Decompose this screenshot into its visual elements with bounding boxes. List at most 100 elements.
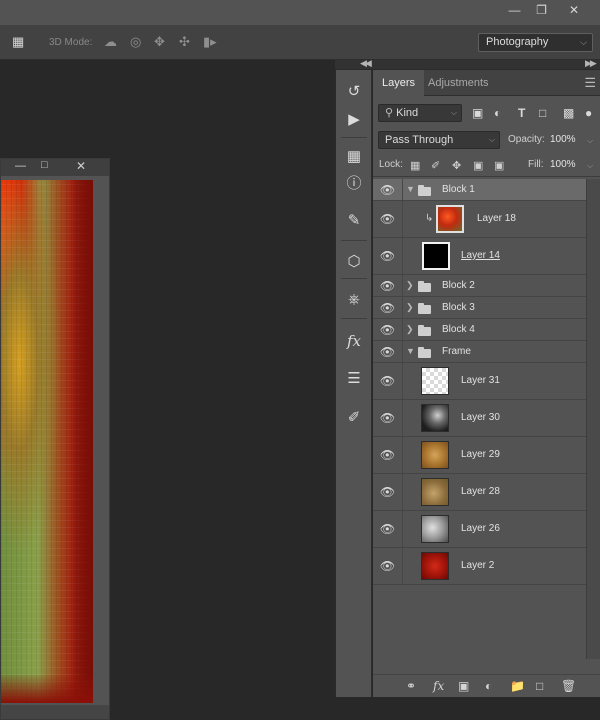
lock-transparent-icon[interactable]: ▦ [410, 156, 420, 176]
layer-list-scrollbar[interactable] [586, 179, 600, 659]
filter-toggle-icon[interactable]: ● [585, 105, 592, 121]
lock-all-icon[interactable]: ▣ [494, 156, 504, 176]
visibility-eye-icon[interactable]: 👁 [373, 238, 403, 274]
layer-row-layer-29[interactable]: 👁 Layer 29 [373, 437, 586, 474]
opacity-value[interactable]: 100% [550, 130, 576, 150]
chevron-down-icon: ⌵ [580, 37, 587, 47]
add-style-fx-icon[interactable]: fx [433, 678, 444, 694]
filter-shape-icon[interactable]: □ [539, 105, 546, 121]
tab-adjustments[interactable]: Adjustments [419, 70, 498, 96]
layer-row-frame[interactable]: 👁 ▼ Frame [373, 341, 586, 363]
layer-row-layer-2[interactable]: 👁 Layer 2 [373, 548, 586, 585]
tab-layers[interactable]: Layers [373, 70, 425, 96]
layer-name: Layer 30 [461, 412, 500, 423]
workspace-value: Photography [486, 36, 549, 48]
visibility-eye-icon[interactable]: 👁 [373, 341, 403, 362]
add-mask-icon[interactable]: ▣ [458, 678, 469, 694]
chevron-down-icon: ⌵ [450, 108, 457, 117]
visibility-eye-icon[interactable]: 👁 [373, 363, 403, 399]
3d-cube-icon[interactable]: ⬡ [336, 249, 372, 275]
chevron-down-icon[interactable]: ▼ [406, 346, 415, 356]
opacity-chevron-icon[interactable]: ⌵ [587, 136, 593, 146]
collapse-right-icon[interactable]: ▶▶ [585, 58, 597, 69]
filter-smartobject-icon[interactable]: ▩ [563, 105, 574, 121]
filter-kind-select[interactable]: ⚲ Kind ⌵ [378, 104, 462, 122]
styles-fx-icon[interactable]: fx [336, 328, 372, 354]
pan-icon[interactable]: ✥ [154, 34, 165, 50]
delete-trash-icon[interactable]: 🗑 [561, 678, 576, 694]
chevron-right-icon[interactable]: ❯ [406, 280, 414, 291]
restore-button[interactable]: ❐ [528, 0, 555, 22]
brush-presets-icon[interactable]: ✐ [336, 405, 372, 431]
document-title-bar[interactable]: — □ ✕ [1, 159, 109, 176]
visibility-eye-icon[interactable]: 👁 [373, 319, 403, 340]
layer-row-block-1[interactable]: 👁 ▼ Block 1 [373, 179, 586, 201]
properties-sliders-icon[interactable]: ☰ [336, 366, 372, 392]
folder-icon [418, 303, 431, 314]
doc-restore-button[interactable]: □ [41, 159, 48, 171]
layer-row-block-4[interactable]: 👁 ❯ Block 4 [373, 319, 586, 341]
visibility-eye-icon[interactable]: 👁 [373, 201, 403, 237]
3d-mode-label: 3D Mode: [49, 37, 93, 48]
panel-menu-icon[interactable]: ☰ [584, 75, 596, 91]
history-icon[interactable]: ↺ [336, 79, 372, 105]
doc-close-button[interactable]: ✕ [76, 159, 86, 173]
visibility-eye-icon[interactable]: 👁 [373, 437, 403, 473]
visibility-eye-icon[interactable]: 👁 [373, 474, 403, 510]
visibility-eye-icon[interactable]: 👁 [373, 275, 403, 296]
blend-mode-select[interactable]: Pass Through ⌵ [378, 131, 500, 149]
info-icon[interactable]: ⓘ [336, 171, 372, 197]
clipping-mask-icon: ↳ [425, 213, 434, 224]
layer-name: Layer 28 [461, 486, 500, 497]
horizontal-scrollbar[interactable] [1, 705, 109, 719]
slide-icon[interactable]: ✣ [179, 34, 190, 50]
color-swatches-icon[interactable]: ▦ [336, 144, 372, 170]
chevron-down-icon[interactable]: ▼ [406, 184, 415, 194]
libraries-icon[interactable]: ⎈ [336, 287, 372, 313]
visibility-eye-icon[interactable]: 👁 [373, 297, 403, 318]
chevron-right-icon[interactable]: ❯ [406, 302, 414, 313]
fill-label: Fill: [528, 159, 544, 170]
fill-value[interactable]: 100% [550, 155, 576, 175]
tool-divider [341, 278, 367, 279]
visibility-eye-icon[interactable]: 👁 [373, 400, 403, 436]
filter-adjustment-icon[interactable]: ◐ [494, 105, 501, 121]
close-button[interactable]: ✕ [557, 0, 591, 22]
clone-source-icon[interactable]: ✎ [336, 208, 372, 234]
layer-row-block-2[interactable]: 👁 ❯ Block 2 [373, 275, 586, 297]
layer-thumbnail [436, 205, 464, 233]
document-window[interactable]: — □ ✕ [0, 158, 110, 720]
layer-row-layer-31[interactable]: 👁 Layer 31 [373, 363, 586, 400]
new-group-folder-icon[interactable]: 📁 [510, 678, 525, 694]
actions-play-icon[interactable]: ▶ [336, 107, 372, 133]
orbit-icon[interactable]: ☁ [104, 34, 117, 50]
doc-minimize-button[interactable]: — [15, 160, 26, 172]
layer-name: Layer 26 [461, 523, 500, 534]
collapse-left-icon[interactable]: ◀◀ [360, 58, 372, 69]
layer-row-layer-30[interactable]: 👁 Layer 30 [373, 400, 586, 437]
layer-row-layer-26[interactable]: 👁 Layer 26 [373, 511, 586, 548]
new-layer-icon[interactable]: □ [536, 678, 543, 694]
minimize-button[interactable]: — [501, 0, 528, 22]
lock-image-icon[interactable]: ✐ [431, 156, 440, 176]
layer-row-layer-18[interactable]: 👁 ↳ Layer 18 [373, 201, 586, 238]
layer-row-block-3[interactable]: 👁 ❯ Block 3 [373, 297, 586, 319]
arrange-icon[interactable]: ▦ [12, 34, 24, 50]
roll-icon[interactable]: ◎ [130, 34, 141, 50]
scale-video-icon[interactable]: ▮▸ [203, 34, 217, 50]
visibility-eye-icon[interactable]: 👁 [373, 511, 403, 547]
new-adjustment-icon[interactable]: ◐ [485, 678, 492, 694]
canvas-artwork[interactable] [1, 180, 93, 703]
lock-position-icon[interactable]: ✥ [452, 156, 461, 176]
visibility-eye-icon[interactable]: 👁 [373, 548, 403, 584]
filter-type-icon[interactable]: T [518, 105, 525, 121]
layer-row-layer-28[interactable]: 👁 Layer 28 [373, 474, 586, 511]
filter-pixel-icon[interactable]: ▣ [472, 105, 483, 121]
link-layers-icon[interactable]: ⚭ [406, 678, 416, 694]
workspace-select[interactable]: Photography ⌵ [478, 33, 593, 52]
visibility-eye-icon[interactable]: 👁 [373, 179, 403, 200]
fill-chevron-icon[interactable]: ⌵ [587, 161, 593, 171]
lock-artboard-icon[interactable]: ▣ [473, 156, 483, 176]
layer-row-layer-14[interactable]: 👁 Layer 14 [373, 238, 586, 275]
chevron-right-icon[interactable]: ❯ [406, 324, 414, 335]
